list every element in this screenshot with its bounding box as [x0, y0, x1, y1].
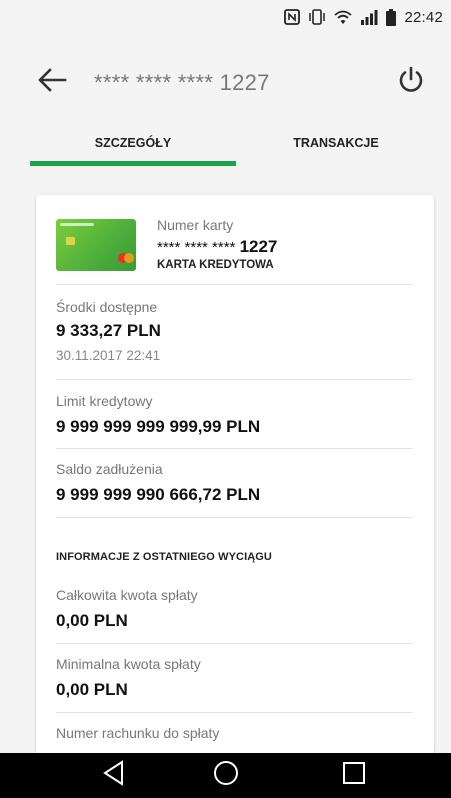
card-chip — [66, 237, 75, 245]
mastercard-logo-part — [124, 253, 134, 263]
divider — [56, 712, 413, 713]
card-number-last4: 1227 — [239, 237, 278, 256]
status-bar: 22:42 — [0, 0, 451, 34]
status-time: 22:42 — [404, 8, 443, 26]
logout-button[interactable] — [391, 62, 431, 102]
credit-limit-value: 9 999 999 999 999,99 PLN — [56, 417, 261, 436]
divider — [56, 517, 413, 518]
divider — [56, 379, 413, 380]
active-tab-indicator — [30, 161, 236, 166]
available-funds-label: Środki dostępne — [56, 299, 158, 315]
tab-bar: SZCZEGÓŁY TRANSAKCJE — [0, 130, 451, 170]
back-button[interactable] — [32, 64, 72, 100]
system-nav-bar — [0, 753, 451, 798]
debt-balance-value: 9 999 999 990 666,72 PLN — [56, 485, 261, 504]
battery-icon — [386, 8, 397, 26]
nav-home-button[interactable] — [196, 753, 256, 798]
nav-back-icon — [102, 760, 126, 791]
card-number-masked: **** **** **** — [157, 239, 236, 256]
nav-home-icon — [213, 760, 239, 791]
divider — [56, 643, 413, 644]
arrow-back-icon — [37, 67, 67, 98]
account-details-panel: Numer karty **** **** **** 1227 KARTA KR… — [36, 195, 434, 755]
status-icons: 22:42 — [284, 7, 443, 27]
nfc-icon — [284, 9, 301, 25]
available-funds-date: 30.11.2017 22:41 — [56, 348, 161, 363]
wifi-icon — [334, 9, 353, 25]
available-funds-value: 9 333,27 PLN — [56, 321, 161, 340]
debt-balance-label: Saldo zadłużenia — [56, 461, 163, 477]
card-image — [56, 219, 136, 271]
power-icon — [396, 65, 426, 100]
card-type: KARTA KREDYTOWA — [157, 259, 274, 271]
nav-recents-button[interactable] — [324, 753, 384, 798]
signal-icon — [360, 9, 378, 25]
card-number-value: **** **** **** 1227 — [157, 237, 277, 257]
total-repayment-label: Całkowita kwota spłaty — [56, 587, 198, 603]
nav-back-button[interactable] — [84, 753, 144, 798]
page-title: **** **** **** 1227 — [94, 70, 270, 95]
repayment-account-label: Numer rachunku do spłaty — [56, 725, 220, 741]
tab-transactions[interactable]: TRANSAKCJE — [236, 130, 436, 170]
divider — [56, 448, 413, 449]
divider — [56, 284, 413, 285]
vibrate-icon — [308, 9, 326, 25]
total-repayment-value: 0,00 PLN — [56, 611, 128, 630]
credit-limit-label: Limit kredytowy — [56, 393, 153, 409]
minimum-repayment-label: Minimalna kwota spłaty — [56, 656, 201, 672]
minimum-repayment-value: 0,00 PLN — [56, 680, 128, 699]
nav-recents-icon — [342, 761, 366, 790]
statement-heading: INFORMACJE Z OSTATNIEGO WYCIĄGU — [56, 551, 272, 563]
bank-logo — [60, 223, 94, 226]
card-number-label: Numer karty — [157, 217, 234, 233]
app-bar: **** **** **** 1227 — [0, 34, 451, 130]
